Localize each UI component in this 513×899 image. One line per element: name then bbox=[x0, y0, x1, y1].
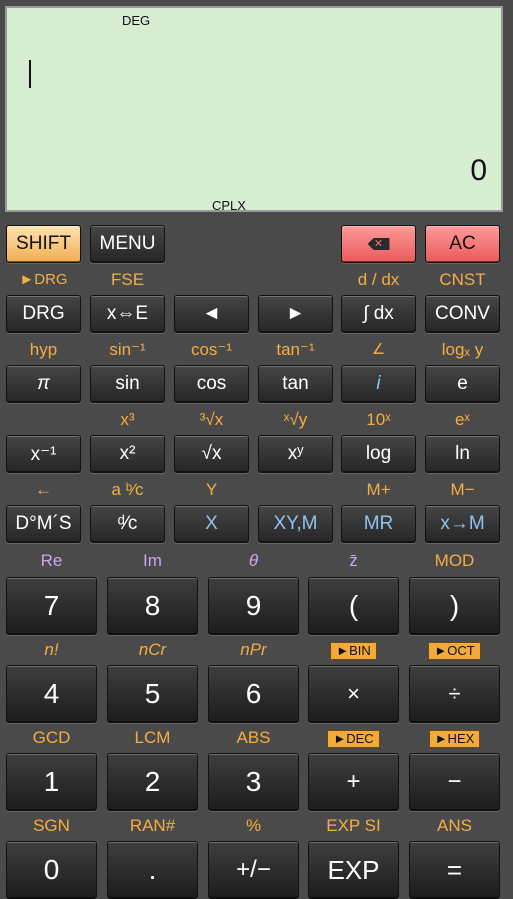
x-variable-button[interactable]: X bbox=[174, 505, 249, 543]
label-abs: ABS bbox=[236, 728, 271, 747]
label-cube: x³ bbox=[120, 410, 135, 429]
label-factorial: n! bbox=[44, 640, 59, 659]
digit-2-button[interactable]: 2 bbox=[107, 753, 198, 811]
memory-recall-button[interactable]: MR bbox=[341, 505, 416, 543]
backspace-button[interactable]: ✕ bbox=[341, 225, 416, 263]
label-y: Y bbox=[205, 480, 218, 499]
add-button[interactable]: + bbox=[308, 753, 399, 811]
ln-button[interactable]: ln bbox=[425, 435, 500, 473]
label-mod: MOD bbox=[434, 551, 475, 570]
label-hyp: hyp bbox=[29, 340, 58, 359]
drg-button[interactable]: DRG bbox=[6, 295, 81, 333]
label-angle: ∠ bbox=[371, 341, 386, 358]
label-theta: θ bbox=[248, 551, 259, 570]
conv-button[interactable]: CONV bbox=[425, 295, 500, 333]
multiply-button[interactable]: × bbox=[308, 665, 399, 723]
label-to-oct: ►OCT bbox=[409, 640, 500, 660]
open-paren-button[interactable]: ( bbox=[308, 577, 399, 635]
subtract-button[interactable]: − bbox=[409, 753, 500, 811]
digit-5-button[interactable]: 5 bbox=[107, 665, 198, 723]
cursor-right-button[interactable]: ► bbox=[258, 295, 333, 333]
label-to-drg: ►DRG bbox=[19, 271, 68, 288]
sqrt-button[interactable]: √x bbox=[174, 435, 249, 473]
sin-button[interactable]: sin bbox=[90, 365, 165, 403]
label-conjugate: z̄ bbox=[349, 551, 358, 570]
plus-minus-button[interactable]: +/− bbox=[208, 841, 299, 899]
label-lcm: LCM bbox=[134, 728, 171, 747]
digit-0-button[interactable]: 0 bbox=[6, 841, 97, 899]
label-arccos: cos⁻¹ bbox=[190, 340, 233, 359]
digit-8-button[interactable]: 8 bbox=[107, 577, 198, 635]
cos-button[interactable]: cos bbox=[174, 365, 249, 403]
equals-button[interactable]: = bbox=[409, 841, 500, 899]
digit-6-button[interactable]: 6 bbox=[208, 665, 299, 723]
exp-button[interactable]: EXP bbox=[308, 841, 399, 899]
cursor-left-button[interactable]: ◄ bbox=[174, 295, 249, 333]
shift-button[interactable]: SHIFT bbox=[6, 225, 81, 263]
label-fse: FSE bbox=[110, 270, 145, 289]
label-cube-root: ³√x bbox=[199, 410, 224, 429]
decimal-point-button[interactable]: . bbox=[107, 841, 198, 899]
calculator-display: DEG 0 CPLX bbox=[5, 6, 503, 213]
digit-3-button[interactable]: 3 bbox=[208, 753, 299, 811]
label-arctan: tan⁻¹ bbox=[276, 340, 315, 359]
label-imag: Im bbox=[143, 551, 162, 570]
label-ncr: nCr bbox=[138, 640, 167, 659]
store-memory-button[interactable]: x→M bbox=[425, 505, 500, 543]
xym-button[interactable]: XY,M bbox=[258, 505, 333, 543]
label-left-arrow: ← bbox=[35, 480, 52, 499]
label-to-hex: ►HEX bbox=[409, 728, 500, 748]
label-exp-si: EXP SI bbox=[326, 816, 381, 835]
close-paren-button[interactable]: ) bbox=[409, 577, 500, 635]
label-derivative: d / dx bbox=[357, 270, 400, 289]
label-to-bin: ►BIN bbox=[308, 640, 399, 660]
dms-button[interactable]: D°M´S bbox=[6, 505, 81, 543]
log-button[interactable]: log bbox=[341, 435, 416, 473]
integral-button[interactable]: ∫ dx bbox=[341, 295, 416, 333]
label-npr: nPr bbox=[240, 640, 267, 659]
label-arcsin: sin⁻¹ bbox=[109, 340, 146, 359]
digit-1-button[interactable]: 1 bbox=[6, 753, 97, 811]
angle-mode-indicator: DEG bbox=[122, 13, 151, 28]
result-value: 0 bbox=[470, 154, 487, 187]
label-cnst: CNST bbox=[439, 270, 486, 289]
input-caret bbox=[29, 60, 31, 88]
digit-7-button[interactable]: 7 bbox=[6, 577, 97, 635]
label-real: Re bbox=[40, 551, 63, 570]
fraction-button[interactable]: ᵈ⁄c bbox=[90, 505, 165, 543]
tan-button[interactable]: tan bbox=[258, 365, 333, 403]
ac-button[interactable]: AC bbox=[425, 225, 500, 263]
label-sgn: SGN bbox=[33, 816, 70, 835]
label-log-base: logₓ y bbox=[441, 340, 484, 359]
label-ten-power: 10ˣ bbox=[366, 410, 391, 429]
label-memory-minus: M− bbox=[450, 480, 475, 499]
square-button[interactable]: x² bbox=[90, 435, 165, 473]
divide-button[interactable]: ÷ bbox=[409, 665, 500, 723]
backspace-icon: ✕ bbox=[367, 238, 390, 250]
e-button[interactable]: e bbox=[425, 365, 500, 403]
label-percent: % bbox=[245, 816, 262, 835]
power-button[interactable]: xʸ bbox=[258, 435, 333, 473]
label-ans: ANS bbox=[437, 816, 472, 835]
digit-4-button[interactable]: 4 bbox=[6, 665, 97, 723]
label-random: RAN# bbox=[129, 816, 176, 835]
label-to-dec: ►DEC bbox=[308, 728, 399, 748]
label-xth-root: ˣ√y bbox=[283, 410, 308, 429]
label-e-power: eˣ bbox=[454, 410, 471, 429]
reciprocal-button[interactable]: x⁻¹ bbox=[6, 435, 81, 473]
label-gcd: GCD bbox=[32, 728, 71, 747]
complex-mode-indicator: CPLX bbox=[212, 198, 246, 213]
menu-button[interactable]: MENU bbox=[90, 225, 165, 263]
x-exchange-e-button[interactable]: x⇔E bbox=[90, 295, 165, 333]
digit-9-button[interactable]: 9 bbox=[208, 577, 299, 635]
label-fraction: a ᵇ⁄c bbox=[111, 480, 144, 499]
label-memory-plus: M+ bbox=[366, 480, 391, 499]
pi-button[interactable]: π bbox=[6, 365, 81, 403]
imaginary-i-button[interactable]: i bbox=[341, 365, 416, 403]
